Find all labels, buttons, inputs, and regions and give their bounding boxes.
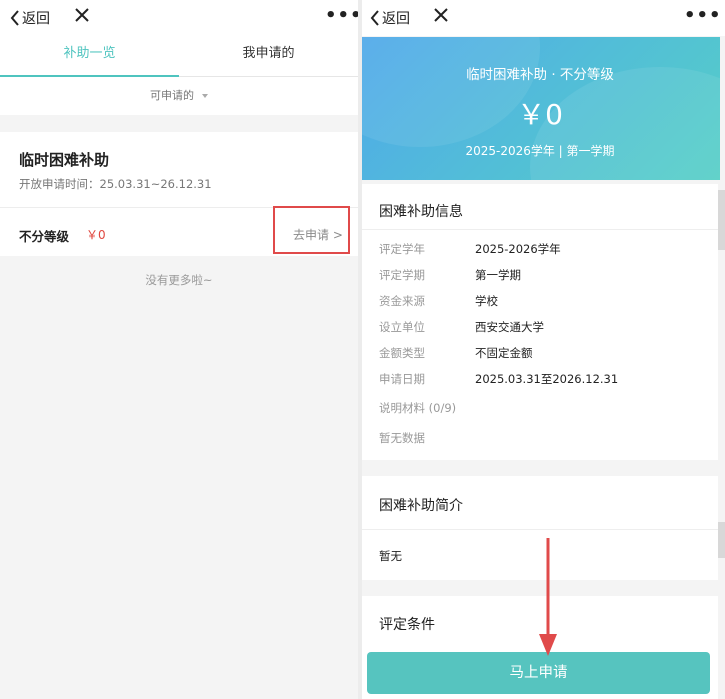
- more-dots-icon: •••: [684, 5, 722, 26]
- apply-now-button[interactable]: 马上申请: [367, 652, 710, 694]
- info-label: 设立单位: [379, 320, 425, 334]
- dropdown-caret-icon: [202, 94, 208, 98]
- info-row: 评定学年 2025-2026学年: [379, 241, 561, 257]
- level-label: 不分等级: [19, 229, 70, 244]
- back-button[interactable]: 返回: [370, 8, 410, 28]
- divider: [362, 229, 718, 230]
- info-value: 第一学期: [475, 268, 521, 282]
- no-data-text: 暂无数据: [379, 431, 425, 445]
- close-button[interactable]: [74, 7, 90, 27]
- info-section-title: 困难补助信息: [379, 204, 463, 220]
- info-row: 金额类型 不固定金额: [379, 345, 533, 361]
- application-period: 开放申请时间：25.03.31~26.12.31: [19, 177, 212, 191]
- close-icon: [75, 8, 89, 22]
- tab-my-applications[interactable]: 我申请的: [179, 36, 358, 76]
- info-value: 西安交通大学: [475, 320, 544, 334]
- info-row: 评定学期 第一学期: [379, 267, 521, 283]
- close-button[interactable]: [433, 7, 449, 27]
- more-button[interactable]: •••: [325, 5, 358, 26]
- subsidy-banner: 临时困难补助 · 不分等级 ￥0 2025-2026学年 | 第一学期: [362, 37, 720, 180]
- chevron-left-icon: [10, 10, 19, 26]
- subsidy-list-screen: 返回 ••• 补助一览 我申请的 可申请的 临时困难补助 开放申请时间：25.0…: [0, 0, 358, 699]
- more-dots-icon: •••: [325, 5, 358, 26]
- back-label: 返回: [382, 11, 410, 27]
- filter-label: 可申请的: [150, 89, 194, 102]
- apply-link[interactable]: 去申请 >: [293, 226, 343, 243]
- tab-subsidy-overview[interactable]: 补助一览: [0, 36, 179, 77]
- back-button[interactable]: 返回: [10, 8, 50, 28]
- intro-section-title: 困难补助简介: [379, 498, 463, 514]
- info-label: 申请日期: [379, 372, 425, 386]
- nav-bar: 返回 •••: [362, 0, 725, 36]
- back-label: 返回: [22, 11, 50, 27]
- info-value: 2025.03.31至2026.12.31: [475, 372, 619, 386]
- info-value: 不固定金额: [475, 346, 533, 360]
- info-row: 资金来源 学校: [379, 293, 498, 309]
- info-label: 资金来源: [379, 294, 425, 308]
- info-row: 设立单位 西安交通大学: [379, 319, 544, 335]
- no-more-text: 没有更多啦~: [145, 273, 213, 287]
- chevron-left-icon: [370, 10, 379, 26]
- criteria-section-title: 评定条件: [379, 617, 435, 633]
- tab-label: 补助一览: [63, 46, 116, 61]
- subsidy-detail-screen: 返回 ••• 临时困难补助 · 不分等级 ￥0 2025-2026学年 | 第一…: [362, 0, 725, 699]
- close-icon: [434, 8, 448, 22]
- info-label: 评定学期: [379, 268, 425, 282]
- subsidy-card: 临时困难补助 开放申请时间：25.03.31~26.12.31 不分等级 ￥0 …: [0, 132, 358, 256]
- tab-bar: 补助一览 我申请的: [0, 36, 358, 77]
- info-label: 金额类型: [379, 346, 425, 360]
- banner-title: 临时困难补助 · 不分等级: [466, 67, 614, 83]
- info-value: 学校: [475, 294, 498, 308]
- more-button[interactable]: •••: [684, 5, 722, 26]
- level-amount: ￥0: [86, 228, 106, 242]
- filter-dropdown[interactable]: 可申请的: [0, 77, 358, 115]
- materials-label: 说明材料 (0/9): [379, 401, 457, 415]
- arrow-down-icon: [539, 538, 557, 656]
- banner-amount: ￥0: [517, 98, 563, 131]
- scroll-edge: [718, 522, 725, 558]
- scroll-edge: [718, 190, 725, 250]
- nav-bar: 返回 •••: [0, 0, 358, 36]
- intro-content: 暂无: [379, 549, 402, 563]
- tab-label: 我申请的: [242, 46, 295, 61]
- info-row: 申请日期 2025.03.31至2026.12.31: [379, 371, 618, 387]
- info-section: 困难补助信息 评定学年 2025-2026学年 评定学期 第一学期 资金来源 学校 设…: [362, 184, 718, 460]
- info-label: 评定学年: [379, 242, 425, 256]
- divider: [362, 529, 718, 530]
- info-value: 2025-2026学年: [475, 242, 561, 256]
- subsidy-title: 临时困难补助: [19, 151, 110, 169]
- banner-term: 2025-2026学年 | 第一学期: [465, 144, 615, 158]
